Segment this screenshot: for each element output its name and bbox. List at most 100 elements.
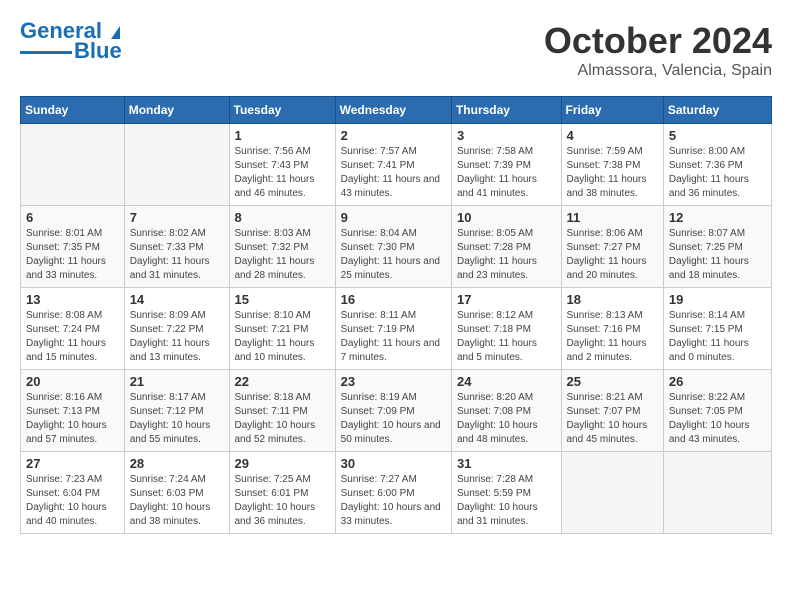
day-number: 31 [457, 456, 556, 471]
day-info: Sunrise: 8:12 AM Sunset: 7:18 PM Dayligh… [457, 309, 556, 365]
calendar-cell: 26Sunrise: 8:22 AM Sunset: 7:05 PM Dayli… [663, 370, 771, 452]
day-number: 8 [235, 210, 330, 225]
calendar-cell: 20 Sunrise: 8:16 AM Sunset: 7:13 PM Dayli… [21, 370, 125, 452]
day-info: Sunrise: 8:07 AM Sunset: 7:25 PM Dayligh… [669, 227, 766, 283]
day-info: Sunrise: 7:58 AM Sunset: 7:39 PM Dayligh… [457, 145, 556, 201]
day-info: Sunrise: 8:01 AM Sunset: 7:35 PM Dayligh… [26, 227, 119, 283]
day-number: 28 [130, 456, 224, 471]
calendar-cell: 23 Sunrise: 8:19 AM Sunset: 7:09 PM Dayli… [335, 370, 451, 452]
calendar-cell: 6Sunrise: 8:01 AM Sunset: 7:35 PM Daylig… [21, 206, 125, 288]
day-info: Sunrise: 8:16 AM Sunset: 7:13 PM Dayligh… [26, 391, 119, 447]
calendar-cell: 8 Sunrise: 8:03 AM Sunset: 7:32 PM Daylig… [229, 206, 335, 288]
day-number: 15 [235, 292, 330, 307]
day-info: Sunrise: 7:59 AM Sunset: 7:38 PM Dayligh… [567, 145, 658, 201]
day-info: Sunrise: 8:21 AM Sunset: 7:07 PM Dayligh… [567, 391, 658, 447]
calendar-cell: 28 Sunrise: 7:24 AM Sunset: 6:03 PM Dayli… [124, 452, 229, 534]
day-info: Sunrise: 7:23 AM Sunset: 6:04 PM Dayligh… [26, 473, 119, 529]
header-saturday: Saturday [663, 97, 771, 124]
logo: General Blue [20, 20, 122, 62]
day-info: Sunrise: 7:28 AM Sunset: 5:59 PM Dayligh… [457, 473, 556, 529]
calendar-cell: 1Sunrise: 7:56 AM Sunset: 7:43 PM Daylig… [229, 124, 335, 206]
calendar-cell: 12 Sunrise: 8:07 AM Sunset: 7:25 PM Dayli… [663, 206, 771, 288]
day-number: 25 [567, 374, 658, 389]
header-monday: Monday [124, 97, 229, 124]
day-number: 1 [235, 128, 330, 143]
calendar-cell: 7 Sunrise: 8:02 AM Sunset: 7:33 PM Daylig… [124, 206, 229, 288]
day-number: 2 [341, 128, 446, 143]
header-thursday: Thursday [451, 97, 561, 124]
day-info: Sunrise: 8:14 AM Sunset: 7:15 PM Dayligh… [669, 309, 766, 365]
calendar-cell: 27 Sunrise: 7:23 AM Sunset: 6:04 PM Dayli… [21, 452, 125, 534]
calendar-cell: 15 Sunrise: 8:10 AM Sunset: 7:21 PM Dayli… [229, 288, 335, 370]
calendar-cell [561, 452, 663, 534]
day-number: 29 [235, 456, 330, 471]
day-info: Sunrise: 8:20 AM Sunset: 7:08 PM Dayligh… [457, 391, 556, 447]
calendar-cell: 4 Sunrise: 7:59 AM Sunset: 7:38 PM Daylig… [561, 124, 663, 206]
day-number: 14 [130, 292, 224, 307]
calendar-cell: 14 Sunrise: 8:09 AM Sunset: 7:22 PM Dayli… [124, 288, 229, 370]
day-info: Sunrise: 8:19 AM Sunset: 7:09 PM Dayligh… [341, 391, 446, 447]
week-row-4: 27 Sunrise: 7:23 AM Sunset: 6:04 PM Dayli… [21, 452, 772, 534]
calendar-cell: 29 Sunrise: 7:25 AM Sunset: 6:01 PM Dayli… [229, 452, 335, 534]
calendar-cell: 31 Sunrise: 7:28 AM Sunset: 5:59 PM Dayli… [451, 452, 561, 534]
day-number: 16 [341, 292, 446, 307]
calendar-cell: 10Sunrise: 8:05 AM Sunset: 7:28 PM Dayli… [451, 206, 561, 288]
day-info: Sunrise: 7:25 AM Sunset: 6:01 PM Dayligh… [235, 473, 330, 529]
page-header: General Blue October 2024 Almassora, Val… [20, 20, 772, 80]
day-number: 21 [130, 374, 224, 389]
calendar-cell: 13Sunrise: 8:08 AM Sunset: 7:24 PM Dayli… [21, 288, 125, 370]
day-info: Sunrise: 8:03 AM Sunset: 7:32 PM Dayligh… [235, 227, 330, 283]
calendar-cell: 30 Sunrise: 7:27 AM Sunset: 6:00 PM Dayli… [335, 452, 451, 534]
day-number: 18 [567, 292, 658, 307]
day-info: Sunrise: 8:02 AM Sunset: 7:33 PM Dayligh… [130, 227, 224, 283]
header-sunday: Sunday [21, 97, 125, 124]
logo-underline [20, 51, 72, 54]
day-info: Sunrise: 8:00 AM Sunset: 7:36 PM Dayligh… [669, 145, 766, 201]
calendar-cell: 21 Sunrise: 8:17 AM Sunset: 7:12 PM Dayli… [124, 370, 229, 452]
calendar-cell: 11Sunrise: 8:06 AM Sunset: 7:27 PM Dayli… [561, 206, 663, 288]
day-info: Sunrise: 8:10 AM Sunset: 7:21 PM Dayligh… [235, 309, 330, 365]
calendar-cell: 17 Sunrise: 8:12 AM Sunset: 7:18 PM Dayli… [451, 288, 561, 370]
calendar-cell: 5Sunrise: 8:00 AM Sunset: 7:36 PM Daylig… [663, 124, 771, 206]
day-number: 26 [669, 374, 766, 389]
day-info: Sunrise: 7:24 AM Sunset: 6:03 PM Dayligh… [130, 473, 224, 529]
calendar-body: 1Sunrise: 7:56 AM Sunset: 7:43 PM Daylig… [21, 124, 772, 534]
calendar-cell: 22Sunrise: 8:18 AM Sunset: 7:11 PM Dayli… [229, 370, 335, 452]
calendar-table: Sunday Monday Tuesday Wednesday Thursday… [20, 96, 772, 534]
calendar-cell: 25 Sunrise: 8:21 AM Sunset: 7:07 PM Dayli… [561, 370, 663, 452]
title-block: October 2024 Almassora, Valencia, Spain [544, 20, 772, 80]
day-number: 30 [341, 456, 446, 471]
day-number: 23 [341, 374, 446, 389]
day-number: 12 [669, 210, 766, 225]
calendar-cell: 19 Sunrise: 8:14 AM Sunset: 7:15 PM Dayli… [663, 288, 771, 370]
day-number: 27 [26, 456, 119, 471]
calendar-cell: 24 Sunrise: 8:20 AM Sunset: 7:08 PM Dayli… [451, 370, 561, 452]
day-number: 4 [567, 128, 658, 143]
calendar-title: October 2024 [544, 20, 772, 62]
calendar-cell: 16 Sunrise: 8:11 AM Sunset: 7:19 PM Dayli… [335, 288, 451, 370]
day-number: 20 [26, 374, 119, 389]
calendar-cell: 18 Sunrise: 8:13 AM Sunset: 7:16 PM Dayli… [561, 288, 663, 370]
day-info: Sunrise: 8:13 AM Sunset: 7:16 PM Dayligh… [567, 309, 658, 365]
day-info: Sunrise: 8:18 AM Sunset: 7:11 PM Dayligh… [235, 391, 330, 447]
day-info: Sunrise: 8:17 AM Sunset: 7:12 PM Dayligh… [130, 391, 224, 447]
day-info: Sunrise: 8:11 AM Sunset: 7:19 PM Dayligh… [341, 309, 446, 365]
day-info: Sunrise: 8:09 AM Sunset: 7:22 PM Dayligh… [130, 309, 224, 365]
week-row-3: 20 Sunrise: 8:16 AM Sunset: 7:13 PM Dayli… [21, 370, 772, 452]
day-number: 13 [26, 292, 119, 307]
week-row-2: 13Sunrise: 8:08 AM Sunset: 7:24 PM Dayli… [21, 288, 772, 370]
day-info: Sunrise: 8:06 AM Sunset: 7:27 PM Dayligh… [567, 227, 658, 283]
calendar-cell: 3 Sunrise: 7:58 AM Sunset: 7:39 PM Daylig… [451, 124, 561, 206]
day-number: 7 [130, 210, 224, 225]
day-number: 17 [457, 292, 556, 307]
day-info: Sunrise: 7:27 AM Sunset: 6:00 PM Dayligh… [341, 473, 446, 529]
day-number: 24 [457, 374, 556, 389]
calendar-subtitle: Almassora, Valencia, Spain [544, 62, 772, 80]
calendar-cell: 9Sunrise: 8:04 AM Sunset: 7:30 PM Daylig… [335, 206, 451, 288]
header-tuesday: Tuesday [229, 97, 335, 124]
day-number: 3 [457, 128, 556, 143]
calendar-cell [21, 124, 125, 206]
day-number: 19 [669, 292, 766, 307]
header-wednesday: Wednesday [335, 97, 451, 124]
week-row-1: 6Sunrise: 8:01 AM Sunset: 7:35 PM Daylig… [21, 206, 772, 288]
